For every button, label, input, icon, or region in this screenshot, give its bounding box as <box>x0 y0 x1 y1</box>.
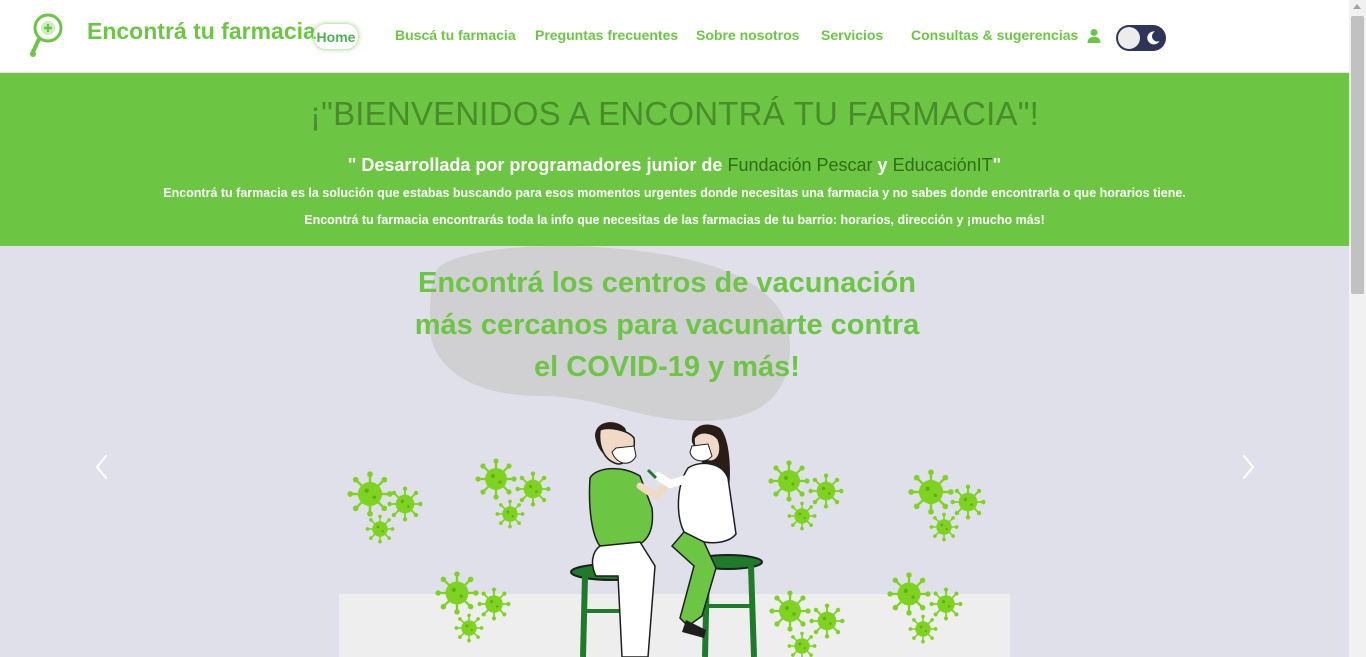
scroll-thumb[interactable] <box>1351 16 1364 294</box>
nav-home[interactable]: Home <box>313 23 359 50</box>
subtitle-prefix: " Desarrollada por programadores junior … <box>347 155 728 175</box>
nav-consultas-sugerencias[interactable]: Consultas & sugerencias <box>911 27 1078 43</box>
chevron-left-icon[interactable] <box>90 452 114 482</box>
org-fundacion-pescar: Fundación Pescar <box>727 155 873 175</box>
theme-toggle[interactable] <box>1116 25 1166 51</box>
scroll-up-arrow-icon[interactable] <box>1353 4 1361 9</box>
page-scrollbar[interactable] <box>1349 0 1366 657</box>
nav-busca-tu-farmacia[interactable]: Buscá tu farmacia <box>395 27 516 43</box>
toggle-knob <box>1118 27 1140 49</box>
pharmacy-search-logo[interactable] <box>28 12 68 60</box>
welcome-subtitle: " Desarrollada por programadores junior … <box>0 155 1349 176</box>
user-icon[interactable] <box>1086 28 1102 44</box>
welcome-paragraph-1: Encontrá tu farmacia es la solución que … <box>163 186 1186 200</box>
welcome-title: ¡"BIENVENIDOS A ENCONTRÁ TU FARMACIA"! <box>309 95 1040 132</box>
nav-servicios[interactable]: Servicios <box>821 27 883 43</box>
nav-preguntas-frecuentes[interactable]: Preguntas frecuentes <box>535 27 678 43</box>
welcome-paragraph-2: Encontrá tu farmacia encontrarás toda la… <box>304 213 1045 227</box>
org-educacionit: EducaciónIT <box>892 155 993 175</box>
brand-name[interactable]: Encontrá tu farmacia <box>87 18 316 45</box>
chevron-right-icon[interactable] <box>1236 452 1260 482</box>
moon-icon <box>1147 31 1160 45</box>
navbar: Encontrá tu farmacia Home Buscá tu farma… <box>0 0 1349 73</box>
subtitle-mid: y <box>872 155 893 175</box>
welcome-banner: ¡"BIENVENIDOS A ENCONTRÁ TU FARMACIA"! "… <box>0 73 1349 246</box>
carousel-slide-heading: Encontrá los centros de vacunación más c… <box>414 267 920 383</box>
subtitle-suffix: " <box>992 155 1002 175</box>
nav-sobre-nosotros[interactable]: Sobre nosotros <box>696 27 799 43</box>
vaccination-carousel: Encontrá los centros de vacunación más c… <box>0 246 1349 657</box>
